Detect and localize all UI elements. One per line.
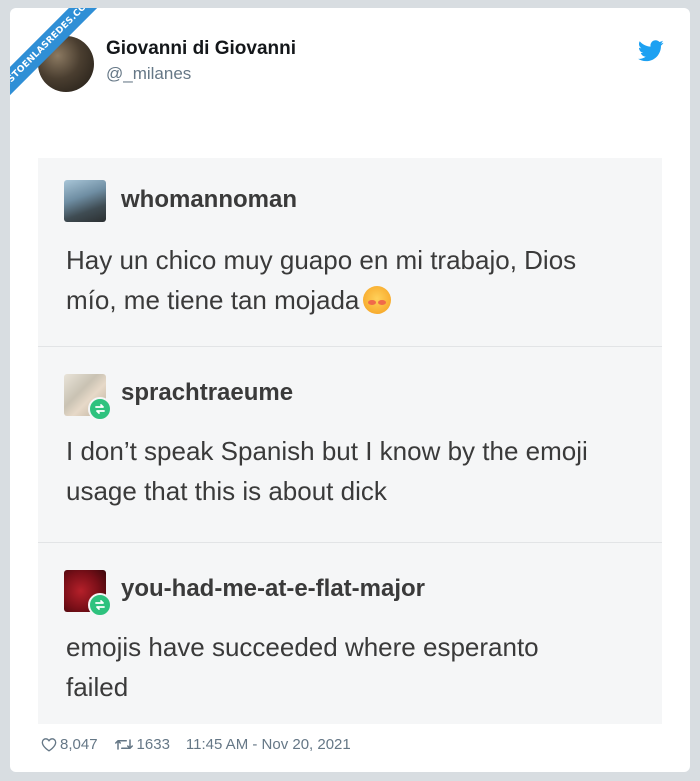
post-text-line: emojis have succeeded where esperanto (66, 632, 539, 662)
tweet-card: VISTOENLASREDES.COM Giovanni di Giovanni… (10, 8, 690, 772)
post-text: Hay un chico muy guapo en mi trabajo, Di… (66, 240, 646, 320)
post-username[interactable]: you-had-me-at-e-flat-major (121, 575, 425, 603)
post-text-line: failed (66, 672, 129, 702)
post-text-line: usage that this is about dick (66, 476, 387, 506)
tumblr-post: sprachtraeume I don’t speak Spanish but … (38, 347, 662, 542)
retweet-icon (114, 739, 133, 750)
tweet-footer: 8,047 1633 11:45 AM - Nov 20, 2021 (38, 736, 351, 753)
twitter-bird-icon[interactable] (638, 40, 664, 62)
tweet-timestamp[interactable]: 11:45 AM - Nov 20, 2021 (186, 736, 351, 753)
watermark-text: VISTOENLASREDES.COM (10, 8, 108, 105)
post-text: emojis have succeeded where esperanto fa… (66, 627, 646, 707)
post-text: I don’t speak Spanish but I know by the … (66, 431, 646, 511)
post-username[interactable]: sprachtraeume (121, 379, 293, 407)
like-count: 8,047 (60, 736, 98, 753)
display-name[interactable]: Giovanni di Giovanni (106, 38, 296, 60)
tumblr-screenshot: whomannoman Hay un chico muy guapo en mi… (38, 158, 662, 724)
retweet-button[interactable]: 1633 (114, 736, 170, 753)
flushed-face-emoji (363, 286, 392, 314)
heart-icon (41, 738, 57, 752)
retweet-count: 1633 (136, 736, 170, 753)
post-text-line: I don’t speak Spanish but I know by the … (66, 436, 588, 466)
watermark-ribbon: VISTOENLASREDES.COM (10, 8, 130, 128)
tumblr-post: whomannoman Hay un chico muy guapo en mi… (38, 158, 662, 346)
like-button[interactable]: 8,047 (41, 736, 98, 753)
post-text-line: Hay un chico muy guapo en mi trabajo, Di… (66, 245, 577, 275)
reblog-icon (88, 593, 112, 617)
reblog-icon (88, 397, 112, 421)
post-username[interactable]: whomannoman (121, 186, 297, 214)
user-avatar[interactable] (64, 180, 106, 222)
post-text-line: mío, me tiene tan mojada (66, 280, 646, 320)
tumblr-post: you-had-me-at-e-flat-major emojis have s… (38, 543, 662, 724)
